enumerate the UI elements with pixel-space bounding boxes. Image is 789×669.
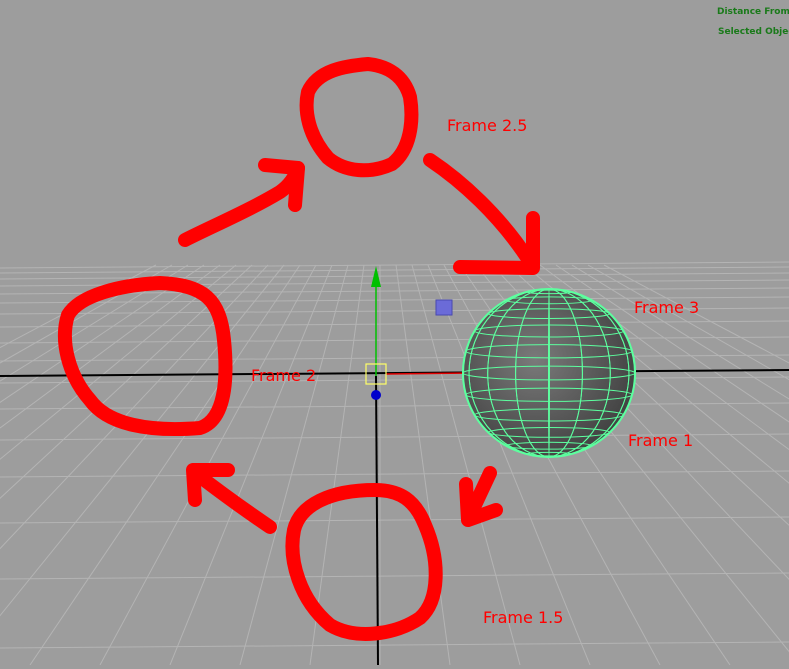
grid-line <box>0 376 789 384</box>
grid-line <box>0 266 789 274</box>
grid-line <box>0 516 789 524</box>
arrow-top-left-curve <box>178 161 305 247</box>
grid-line <box>0 264 173 364</box>
grid-line <box>0 641 789 649</box>
circle-frame-1-5 <box>285 483 443 641</box>
grid-line <box>0 264 189 382</box>
z-axis-handle[interactable] <box>371 390 381 400</box>
grid-line <box>0 272 789 280</box>
wire-longitude <box>548 288 550 458</box>
ground-grid <box>0 261 789 666</box>
arrow-top-right-curve <box>423 153 537 269</box>
label-frame-1: Frame 1 <box>628 431 694 450</box>
hud-selected-label: Selected Objec <box>718 27 789 37</box>
arrow-bottom-right <box>459 466 503 527</box>
label-frame-1-5: Frame 1.5 <box>483 608 564 627</box>
grid-line <box>0 354 789 362</box>
sphere-object[interactable] <box>462 288 636 458</box>
label-frame-2: Frame 2 <box>251 366 317 385</box>
grid-line <box>0 402 789 410</box>
grid-z-axis <box>375 375 379 666</box>
annotation-strokes <box>58 57 540 641</box>
label-frame-2-5: Frame 2.5 <box>447 116 528 135</box>
grid-line <box>0 470 789 478</box>
x-axis-handle[interactable] <box>385 372 473 375</box>
arrow-bottom-left-line <box>191 468 277 534</box>
grid-line <box>0 264 205 403</box>
circle-frame-2-5 <box>299 57 419 178</box>
3d-viewport[interactable]: Distance From Selected Objec Frame 2.5 F… <box>0 0 789 666</box>
grid-line <box>0 261 789 269</box>
viewport-canvas[interactable] <box>0 0 789 666</box>
grid-line <box>603 264 789 364</box>
plane-handle[interactable] <box>435 299 453 316</box>
hud-distance-label: Distance From <box>717 7 789 17</box>
grid-line <box>0 572 789 580</box>
grid-x-axis <box>0 369 789 377</box>
label-frame-3: Frame 3 <box>634 298 700 317</box>
